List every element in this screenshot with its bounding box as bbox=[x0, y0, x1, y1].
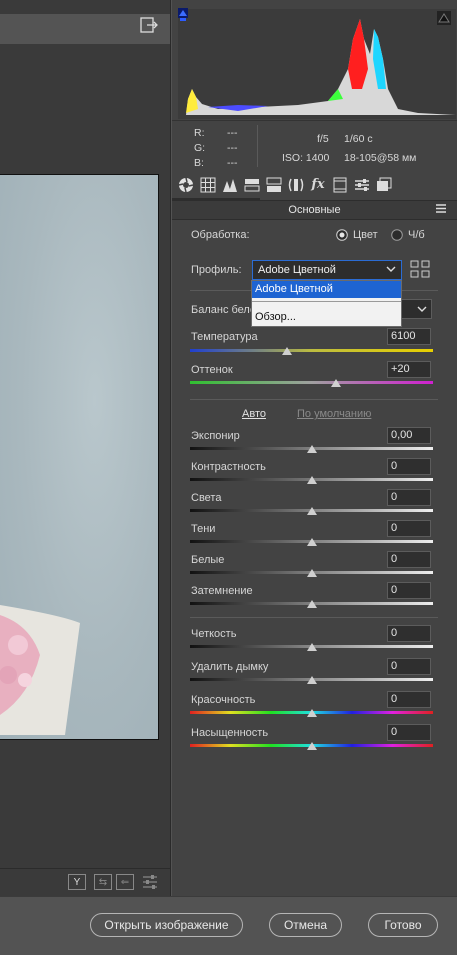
temperature-field[interactable]: 6100 bbox=[387, 328, 431, 345]
hsl-tab-icon[interactable] bbox=[244, 177, 260, 193]
slider-label: Контрастность bbox=[191, 461, 266, 473]
exif-panel bbox=[172, 120, 457, 173]
temperature-label: Температура bbox=[191, 331, 258, 343]
slider-value-field[interactable]: 0 bbox=[387, 458, 431, 475]
separator bbox=[190, 617, 438, 618]
color-option-label: Цвет bbox=[353, 229, 378, 241]
slider-thumb[interactable] bbox=[306, 538, 317, 546]
detail-tab-icon[interactable] bbox=[222, 177, 238, 193]
g-value: --- bbox=[227, 142, 238, 154]
profile-label: Профиль: bbox=[191, 264, 242, 276]
slider-value-field[interactable]: 0 bbox=[387, 625, 431, 642]
slider-thumb[interactable] bbox=[306, 600, 317, 608]
menu-item-label: Обзор... bbox=[255, 311, 296, 323]
cancel-button[interactable]: Отмена bbox=[269, 913, 342, 937]
profile-select[interactable]: Adobe Цветной bbox=[252, 260, 402, 280]
slider-label: Насыщенность bbox=[191, 727, 269, 739]
panel-menu-icon[interactable] bbox=[436, 204, 446, 213]
bw-option-label: Ч/б bbox=[408, 229, 425, 241]
slider-thumb[interactable] bbox=[306, 476, 317, 484]
open-image-button[interactable]: Открыть изображение bbox=[90, 913, 243, 937]
slider-label: Экспонир bbox=[191, 430, 240, 442]
preview-image[interactable] bbox=[0, 174, 159, 740]
exif-divider bbox=[257, 125, 258, 167]
slider-label: Затемнение bbox=[191, 585, 253, 597]
chevron-down-icon bbox=[417, 304, 427, 314]
slider-value-field[interactable]: 0 bbox=[387, 658, 431, 675]
default-link[interactable]: По умолчанию bbox=[297, 408, 371, 420]
tint-slider-thumb[interactable] bbox=[330, 379, 341, 387]
menu-item-adobe-color[interactable]: Adobe Цветной bbox=[252, 281, 401, 298]
shadow-clipping-icon[interactable] bbox=[178, 8, 188, 18]
tint-field[interactable]: +20 bbox=[387, 361, 431, 378]
exit-fullscreen-icon[interactable] bbox=[140, 17, 158, 33]
separator bbox=[190, 399, 438, 400]
temperature-slider-thumb[interactable] bbox=[282, 347, 293, 355]
highlight-clipping-icon[interactable] bbox=[437, 11, 451, 25]
bw-radio[interactable] bbox=[391, 229, 403, 241]
swap-settings-icon[interactable]: ⇆ bbox=[94, 874, 112, 890]
slider-thumb[interactable] bbox=[306, 643, 317, 651]
profile-dropdown-menu: Adobe Цветной Обзор... bbox=[251, 280, 402, 327]
profile-browser-icon[interactable] bbox=[410, 260, 430, 278]
slider-thumb[interactable] bbox=[306, 676, 317, 684]
b-value: --- bbox=[227, 157, 238, 169]
slider-value-field[interactable]: 0 bbox=[387, 520, 431, 537]
lens: 18-105@58 мм bbox=[344, 152, 417, 164]
b-label: B: bbox=[194, 157, 204, 169]
lens-corrections-tab-icon[interactable] bbox=[288, 177, 304, 193]
done-button[interactable]: Готово bbox=[368, 913, 438, 937]
slider-label: Света bbox=[191, 492, 222, 504]
r-value: --- bbox=[227, 127, 238, 139]
panel-tabs: fx bbox=[172, 174, 457, 198]
slider-thumb[interactable] bbox=[306, 569, 317, 577]
slider-value-field[interactable]: 0,00 bbox=[387, 427, 431, 444]
basic-tab-icon[interactable] bbox=[178, 177, 194, 193]
slider-label: Удалить дымку bbox=[191, 661, 269, 673]
slider-value-field[interactable]: 0 bbox=[387, 551, 431, 568]
slider-label: Тени bbox=[191, 523, 216, 535]
before-after-y-icon[interactable]: Y bbox=[68, 874, 86, 890]
slider-value-field[interactable]: 0 bbox=[387, 489, 431, 506]
presets-tab-icon[interactable] bbox=[354, 177, 370, 193]
slider-label: Четкость bbox=[191, 628, 237, 640]
menu-separator bbox=[252, 301, 401, 302]
profile-select-value: Adobe Цветной bbox=[258, 264, 336, 276]
chevron-down-icon bbox=[386, 264, 396, 274]
r-label: R: bbox=[194, 127, 205, 139]
slider-value-field[interactable]: 0 bbox=[387, 724, 431, 741]
temperature-slider[interactable] bbox=[190, 349, 433, 352]
color-radio[interactable] bbox=[336, 229, 348, 241]
slider-thumb[interactable] bbox=[306, 507, 317, 515]
slider-thumb[interactable] bbox=[306, 742, 317, 750]
shutter: 1/60 с bbox=[344, 133, 373, 145]
auto-link[interactable]: Авто bbox=[242, 408, 266, 420]
preview-settings-icon[interactable] bbox=[141, 873, 159, 891]
wb-select[interactable] bbox=[400, 299, 432, 319]
slider-value-field[interactable]: 0 bbox=[387, 582, 431, 599]
g-label: G: bbox=[194, 142, 206, 154]
slider-thumb[interactable] bbox=[306, 445, 317, 453]
histogram bbox=[178, 9, 456, 119]
snapshots-tab-icon[interactable] bbox=[376, 177, 392, 193]
effects-tab-icon[interactable]: fx bbox=[310, 177, 326, 193]
aperture: f/5 bbox=[317, 133, 329, 145]
tint-label: Оттенок bbox=[191, 364, 233, 376]
slider-label: Красочность bbox=[191, 694, 256, 706]
processing-label: Обработка: bbox=[191, 229, 250, 241]
slider-label: Белые bbox=[191, 554, 225, 566]
camera-calibration-tab-icon[interactable] bbox=[332, 177, 348, 193]
wb-label: Баланс бело bbox=[191, 304, 257, 316]
menu-item-label: Adobe Цветной bbox=[255, 283, 333, 295]
copy-settings-icon[interactable]: ⇐ bbox=[116, 874, 134, 890]
split-toning-tab-icon[interactable] bbox=[266, 177, 282, 193]
section-title: Основные bbox=[172, 200, 457, 220]
iso: ISO: 1400 bbox=[282, 152, 330, 164]
tint-slider[interactable] bbox=[190, 381, 433, 384]
menu-item-browse[interactable]: Обзор... bbox=[252, 309, 401, 326]
tone-curve-tab-icon[interactable] bbox=[200, 177, 216, 193]
slider-value-field[interactable]: 0 bbox=[387, 691, 431, 708]
slider-thumb[interactable] bbox=[306, 709, 317, 717]
